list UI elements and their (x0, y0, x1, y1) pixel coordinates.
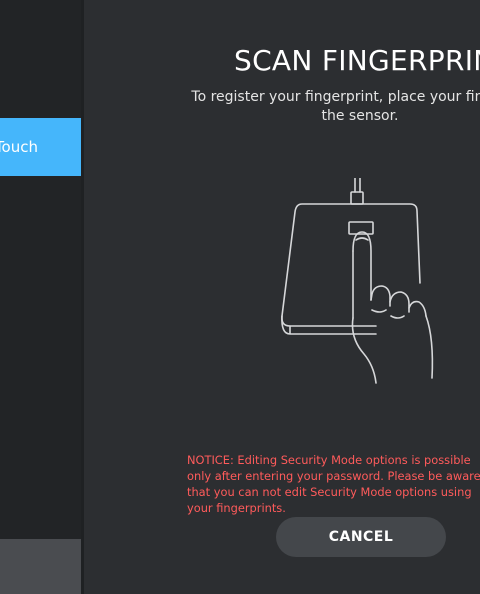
instruction-text: To register your fingerprint, place your… (191, 89, 480, 124)
page-title: SCAN FINGERPRINT (234, 44, 480, 77)
finger-on-sensor-icon (281, 178, 434, 384)
cancel-button[interactable]: CANCEL (276, 517, 446, 557)
sidebar-item-label: Touch (0, 138, 38, 156)
sidebar-item-touch[interactable]: Touch (0, 118, 81, 176)
sidebar: Touch (0, 0, 81, 594)
notice-text: NOTICE: Editing Security Mode options is… (187, 453, 480, 515)
sidebar-footer (0, 539, 81, 594)
scan-fingerprint-panel: SCAN FINGERPRINT To register your finger… (84, 0, 480, 594)
